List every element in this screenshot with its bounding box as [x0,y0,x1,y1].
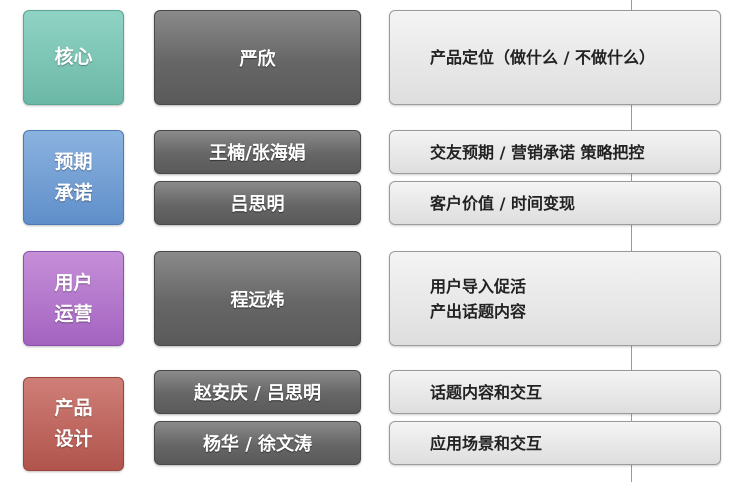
category-product-design: 产品 设计 [23,377,124,471]
category-core: 核心 [23,10,124,105]
person-box: 吕思明 [154,181,361,225]
task-box: 产品定位（做什么 / 不做什么） [389,10,721,105]
person-box: 严欣 [154,10,361,105]
category-expectation: 预期 承诺 [23,130,124,225]
person-box: 王楠/张海娟 [154,130,361,174]
person-box: 杨华 / 徐文涛 [154,421,361,465]
task-box: 话题内容和交互 [389,370,721,414]
person-box: 程远炜 [154,251,361,346]
task-box: 应用场景和交互 [389,421,721,465]
category-user-operation: 用户 运营 [23,251,124,346]
task-box: 客户价值 / 时间变现 [389,181,721,225]
person-box: 赵安庆 / 吕思明 [154,370,361,414]
task-box: 交友预期 / 营销承诺 策略把控 [389,130,721,174]
task-box: 用户导入促活 产出话题内容 [389,251,721,346]
